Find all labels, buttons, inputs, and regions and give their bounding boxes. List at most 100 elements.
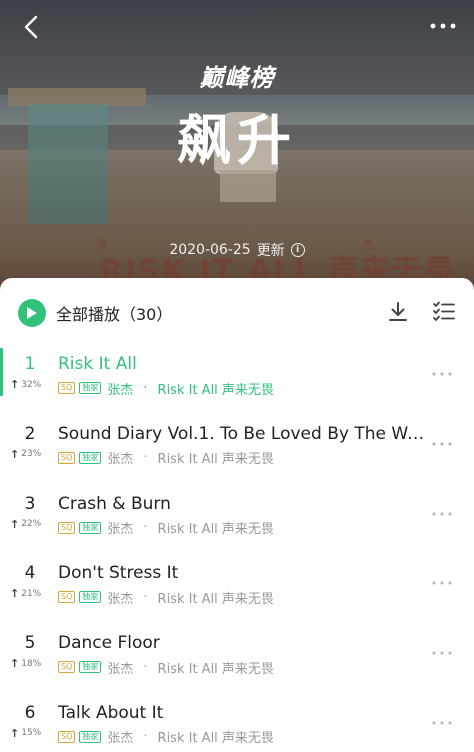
- trend-indicator: ↑ 18%: [10, 657, 41, 670]
- trend-up-icon: ↑: [10, 517, 20, 531]
- more-horizontal-icon: [432, 442, 452, 446]
- track-row-4[interactable]: 4 ↑ 21% Don't Stress It SQ 独家 张杰 · Risk I…: [0, 557, 474, 627]
- more-horizontal-icon: [432, 581, 452, 585]
- track-more-button[interactable]: [428, 504, 456, 524]
- track-artist: 张杰: [107, 661, 134, 677]
- track-row-3[interactable]: 3 ↑ 22% Crash & Burn SQ 独家 张杰 · Risk It A…: [0, 488, 474, 558]
- trend-indicator: ↑ 15%: [10, 727, 41, 740]
- meta-separator: ·: [143, 380, 148, 396]
- play-icon: [18, 299, 46, 327]
- track-album: Risk It All 声来无畏: [157, 522, 274, 538]
- track-artist: 张杰: [107, 382, 134, 398]
- chart-title: 飙升: [177, 109, 297, 172]
- meta-separator: ·: [143, 589, 148, 605]
- chart-banner: 张 杰 RISK IT ALL 声来无畏 巅峰榜 飙升 2020-06-25 更…: [0, 0, 474, 290]
- sq-badge: SQ: [58, 382, 76, 394]
- track-more-button[interactable]: [428, 364, 456, 384]
- sq-badge: SQ: [58, 521, 76, 534]
- brand-logo: 巅峰榜: [199, 64, 275, 92]
- track-artist: 张杰: [107, 522, 134, 538]
- track-artist: 张杰: [107, 591, 134, 607]
- track-more-button[interactable]: [428, 713, 456, 733]
- track-meta: SQ 独家 张杰 · Risk It All 声来无畏: [58, 589, 274, 607]
- meta-separator: ·: [143, 659, 148, 675]
- track-album: Risk It All 声来无畏: [157, 452, 274, 468]
- meta-separator: ·: [143, 450, 148, 466]
- trend-up-icon: ↑: [10, 447, 20, 461]
- more-button[interactable]: [426, 14, 460, 38]
- track-title: Risk It All: [58, 354, 137, 374]
- trend-up-icon: ↑: [10, 587, 20, 601]
- trend-value: 32%: [21, 379, 42, 390]
- track-rank: 6: [24, 702, 36, 723]
- trend-value: 15%: [21, 728, 42, 739]
- exclusive-badge: 独家: [79, 382, 102, 394]
- sq-badge: SQ: [58, 451, 76, 464]
- info-icon[interactable]: i: [290, 243, 305, 257]
- exclusive-badge: 独家: [79, 521, 102, 534]
- track-list: 1 ↑ 32% Risk It All SQ 独家 张杰 · Risk It Al…: [0, 348, 474, 752]
- more-horizontal-icon: [432, 651, 452, 655]
- track-album: Risk It All 声来无畏: [157, 661, 274, 677]
- sq-badge: SQ: [58, 661, 76, 674]
- update-info: 2020-06-25 更新 i: [0, 240, 474, 260]
- track-title: Talk About It: [58, 702, 164, 723]
- track-sheet: 全部播放（30） 1 ↑ 32% Risk It All SQ 独家 张杰 · …: [0, 278, 474, 752]
- track-title: Crash & Burn: [58, 493, 171, 514]
- playlist-toolbar: [386, 300, 456, 324]
- exclusive-badge: 独家: [79, 451, 102, 464]
- multiselect-button[interactable]: [432, 300, 456, 324]
- sq-badge: SQ: [58, 730, 76, 743]
- download-button[interactable]: [386, 300, 410, 324]
- track-album: Risk It All 声来无畏: [157, 731, 274, 747]
- app-root: 张 杰 RISK IT ALL 声来无畏 巅峰榜 飙升 2020-06-25 更…: [0, 0, 474, 752]
- exclusive-badge: 独家: [79, 591, 102, 604]
- trend-value: 21%: [21, 588, 42, 599]
- trend-up-icon: ↑: [10, 378, 20, 391]
- track-title: Sound Diary Vol.1. To Be Loved By The Wo…: [58, 423, 426, 444]
- update-suffix: 更新: [256, 243, 285, 259]
- more-horizontal-icon: [432, 721, 452, 725]
- checklist-icon: [433, 301, 455, 321]
- track-rank: 1: [24, 354, 36, 374]
- track-more-button[interactable]: [428, 434, 456, 454]
- more-horizontal-icon: [432, 372, 452, 376]
- track-artist: 张杰: [107, 731, 134, 747]
- track-meta: SQ 独家 张杰 · Risk It All 声来无畏: [58, 659, 274, 677]
- track-more-button[interactable]: [428, 573, 456, 593]
- update-date: 2020-06-25: [169, 242, 251, 258]
- track-row-2[interactable]: 2 ↑ 23% Sound Diary Vol.1. To Be Loved By…: [0, 418, 474, 488]
- track-row-6[interactable]: 6 ↑ 15% Talk About It SQ 独家 张杰 · Risk It …: [0, 697, 474, 752]
- track-album: Risk It All 声来无畏: [157, 382, 274, 398]
- download-icon: [389, 302, 407, 321]
- track-rank: 2: [24, 423, 36, 444]
- trend-indicator: ↑ 23%: [10, 448, 41, 461]
- track-rank: 5: [24, 633, 36, 654]
- track-rank: 4: [24, 563, 36, 584]
- trend-value: 18%: [21, 658, 42, 669]
- track-row-5[interactable]: 5 ↑ 18% Dance Floor SQ 独家 张杰 · Risk It Al…: [0, 627, 474, 697]
- meta-separator: ·: [143, 520, 148, 536]
- exclusive-badge: 独家: [79, 730, 102, 743]
- trend-up-icon: ↑: [10, 726, 20, 740]
- more-horizontal-icon: [432, 511, 452, 516]
- play-all-row: 全部播放（30）: [0, 278, 474, 348]
- back-button[interactable]: [14, 10, 48, 44]
- track-more-button[interactable]: [428, 643, 456, 663]
- track-album: Risk It All 声来无畏: [157, 591, 274, 607]
- track-title: Don't Stress It: [58, 563, 179, 584]
- trend-up-icon: ↑: [10, 657, 20, 671]
- more-horizontal-icon: [430, 23, 456, 29]
- track-row-1[interactable]: 1 ↑ 32% Risk It All SQ 独家 张杰 · Risk It Al…: [0, 348, 474, 418]
- play-all-label: 全部播放（30）: [56, 305, 173, 324]
- sq-badge: SQ: [58, 591, 76, 604]
- play-all-button[interactable]: 全部播放（30）: [18, 299, 172, 327]
- chevron-left-icon: [24, 15, 38, 39]
- track-rank: 3: [24, 493, 36, 514]
- trend-indicator: ↑ 21%: [10, 587, 41, 600]
- track-meta: SQ 独家 张杰 · Risk It All 声来无畏: [58, 520, 274, 538]
- trend-value: 23%: [21, 449, 42, 460]
- meta-separator: ·: [143, 729, 148, 745]
- trend-indicator: ↑ 32%: [10, 378, 41, 391]
- trend-indicator: ↑ 22%: [10, 518, 41, 531]
